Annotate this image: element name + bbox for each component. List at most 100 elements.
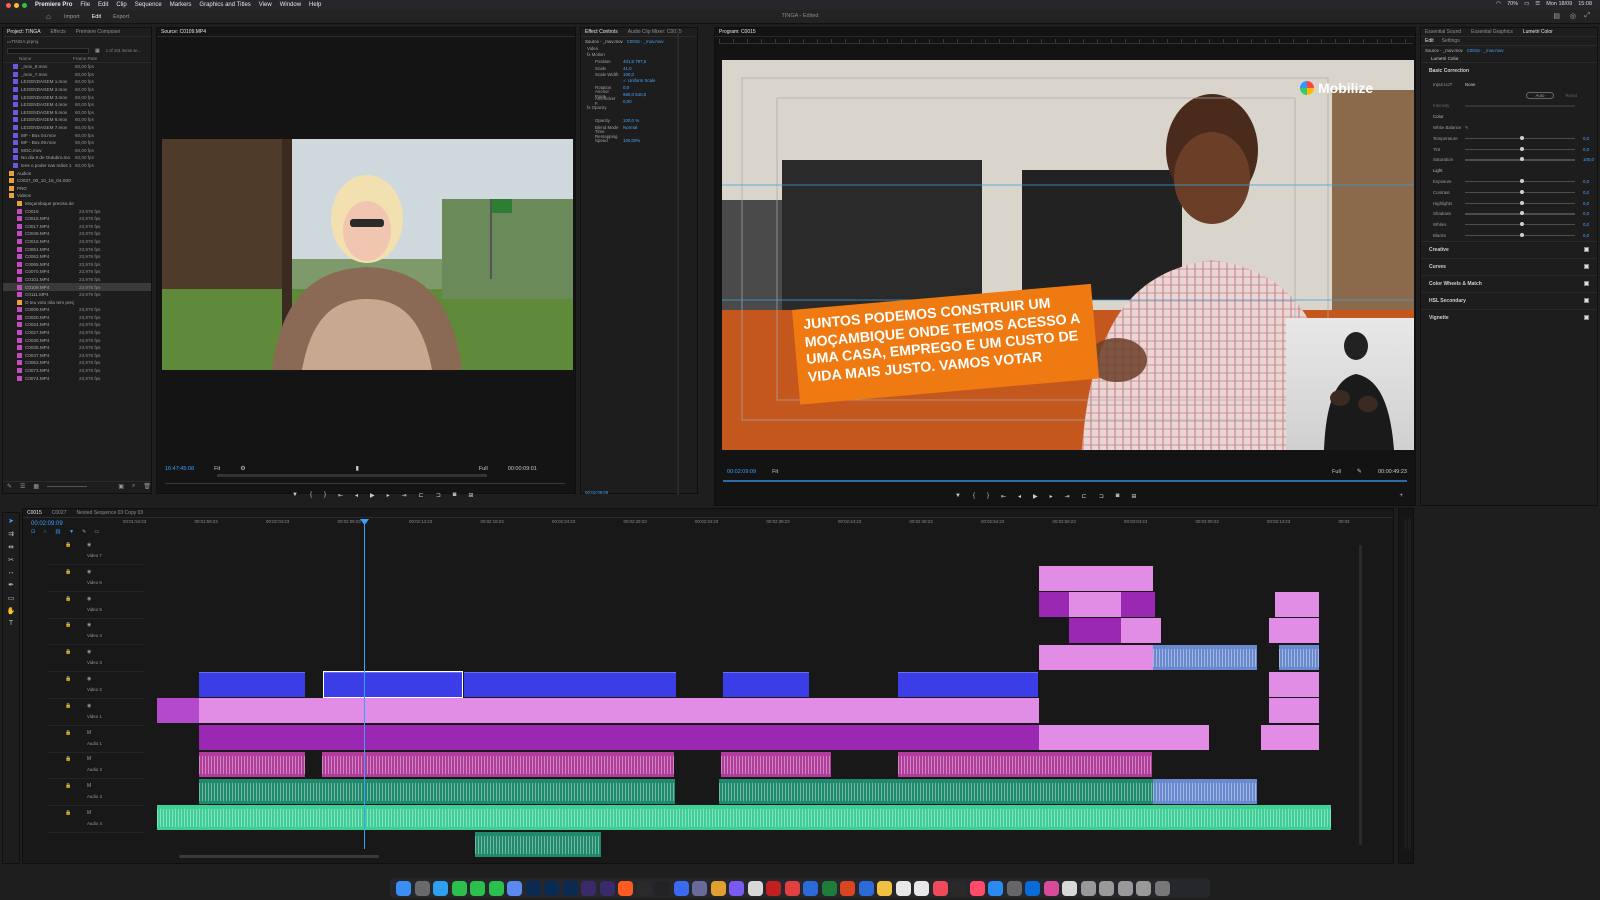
lumetri-slider-knob[interactable] [1520,135,1524,140]
dock-app-icon[interactable] [655,880,670,896]
type-tool-icon[interactable]: T [9,620,13,627]
project-item[interactable]: LEGENDAGEM 2.mov 60,00 fps [3,86,151,94]
tab-essential-graphics[interactable]: Essential Graphics [1471,29,1513,35]
effect-property-value[interactable]: 100,0 % [623,118,639,123]
effects-clip-name[interactable]: C0015 - _mov.mov [627,39,664,44]
project-item[interactable]: Videos [3,192,151,200]
tab-edit[interactable]: Edit [92,14,101,20]
dock-app-icon[interactable] [544,880,559,896]
program-fit-select[interactable]: Fit [772,469,778,475]
program-add-marker-icon[interactable]: ▼ [955,493,961,500]
label-color-swatch[interactable] [9,193,14,199]
menu-sequence[interactable]: Sequence [135,2,162,8]
timeline-clip[interactable] [464,672,676,697]
auto-button[interactable]: Auto [1526,91,1554,99]
project-item[interactable]: C0016.MP4 23,976 fps [3,238,151,246]
label-color-swatch[interactable] [13,94,18,100]
project-item[interactable]: MF - Box 09.mov 60,00 fps [3,139,151,147]
lumetri-section[interactable]: Color Wheels & Match [1421,274,1597,292]
effect-property-row[interactable] [585,111,697,118]
project-item[interactable]: C0027.MP4 23,976 fps [3,329,151,337]
find-icon[interactable]: ⌕ [132,483,135,490]
source-zoom-bar[interactable] [165,483,565,484]
dock-app-icon[interactable] [1099,880,1114,896]
time-status[interactable]: 15:08 [1578,1,1592,7]
dock-app-icon[interactable] [969,880,985,896]
effect-property-value[interactable]: 100,00% [623,138,640,143]
project-item[interactable]: LEGENDAGEM 3.mov 60,00 fps [3,93,151,101]
effect-property-value[interactable]: 41,0 [623,66,632,71]
hand-tool-icon[interactable]: ✋ [7,607,16,615]
timeline-clip[interactable] [199,779,675,804]
dock-app-icon[interactable] [747,880,763,896]
dock-app-icon[interactable] [636,880,652,896]
timeline-clip[interactable] [1269,672,1319,697]
effect-property-row[interactable]: Opacity 100,0 % [585,118,697,125]
lumetri-slider-knob[interactable] [1520,222,1524,227]
dock-app-icon[interactable] [803,880,818,896]
label-color-swatch[interactable] [13,163,18,169]
lumetri-slider-value[interactable]: 0,0 [1583,147,1589,152]
dock-app-icon[interactable] [396,880,411,896]
wrench-icon[interactable]: ✎ [1357,468,1362,475]
timeline-clip[interactable] [1039,645,1153,670]
project-item[interactable]: LEGENDAGEM 5.mov 60,00 fps [3,109,151,117]
label-color-swatch[interactable] [17,231,22,237]
effect-property-value[interactable]: 401,5 797,5 [623,59,646,64]
project-item[interactable]: C0111.MP4 23,976 fps [3,291,151,299]
control-center-icon[interactable]: ☰ [1535,1,1540,7]
dock-app-icon[interactable] [1025,880,1040,896]
program-camera-icon[interactable]: ◙ [1116,493,1120,500]
dock-app-icon[interactable] [914,880,929,896]
new-bin-icon[interactable]: ▦ [95,48,100,54]
project-item[interactable]: C0016 23,976 fps [3,207,151,215]
dock-app-icon[interactable] [599,880,615,896]
sign-interpreter-inset[interactable] [1286,318,1414,450]
eyedropper-icon[interactable]: ✎ [1465,125,1469,131]
timeline-clip[interactable] [1261,725,1319,750]
dock-app-icon[interactable] [729,880,744,896]
timeline-clip[interactable] [1069,592,1121,617]
zoom-window-icon[interactable] [22,2,27,8]
project-item[interactable]: C0065.MP4 23,976 fps [3,260,151,268]
menu-file[interactable]: File [80,2,90,8]
lumetri-slider-knob[interactable] [1520,157,1524,162]
dock-app-icon[interactable] [581,880,596,896]
label-color-swatch[interactable] [17,254,22,260]
tab-import[interactable]: Import [64,14,80,20]
playhead[interactable] [364,521,365,849]
label-color-swatch[interactable] [13,87,18,93]
lumetri-slider-value[interactable]: 0,0 [1583,233,1589,238]
column-name[interactable]: Name [3,56,73,61]
label-color-swatch[interactable] [17,322,22,328]
home-icon[interactable]: ⌂ [46,12,51,21]
dock-app-icon[interactable] [507,880,522,896]
timeline-clip[interactable] [1269,698,1319,723]
ripple-edit-tool-icon[interactable]: ⇹ [8,543,14,551]
label-color-swatch[interactable] [13,64,18,70]
play-icon[interactable]: ▶ [370,492,375,499]
menu-clip[interactable]: Clip [116,2,126,8]
lumetri-slider-value[interactable]: 0,0 [1583,136,1589,141]
lumetri-slider[interactable] [1465,211,1575,216]
section-enable-checkbox[interactable] [1584,264,1589,270]
effect-property-row[interactable]: fx Opacity [585,104,697,111]
lumetri-slider[interactable] [1465,200,1575,205]
label-color-swatch[interactable] [13,147,18,153]
lumetri-section[interactable]: HSL Secondary [1421,291,1597,309]
label-color-swatch[interactable] [13,132,18,138]
mark-out-icon[interactable]: } [324,492,326,499]
slip-tool-icon[interactable]: ↔ [8,569,15,576]
effect-property-value[interactable]: ✓ Uniform Scale [623,78,655,84]
section-enable-checkbox[interactable] [1584,298,1589,304]
section-enable-checkbox[interactable] [1584,315,1589,321]
label-color-swatch[interactable] [17,345,22,351]
lumetri-slider-value[interactable]: 0,0 [1583,211,1589,216]
project-item[interactable]: PNG [3,185,151,193]
label-color-swatch[interactable] [9,185,14,191]
lumetri-slider[interactable] [1465,146,1575,151]
program-mark-out-icon[interactable]: } [987,493,989,500]
project-item[interactable]: C0070.MP4 23,976 fps [3,268,151,276]
label-color-swatch[interactable] [17,261,22,267]
effect-property-value[interactable]: Normal [623,125,637,130]
